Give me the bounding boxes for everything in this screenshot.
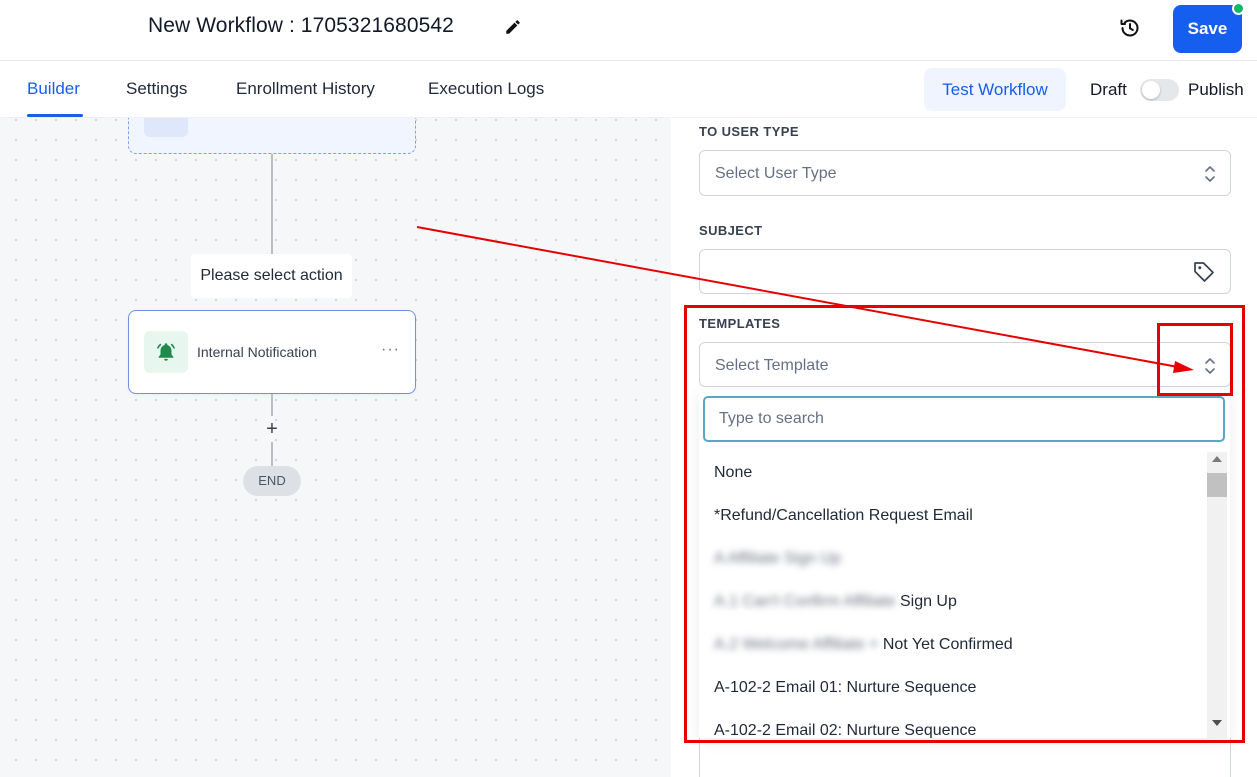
chevron-up-down-icon [1205, 166, 1215, 182]
action-placeholder-label[interactable]: Please select action [191, 254, 352, 298]
workflow-header: New Workflow : 1705321680542 Save [0, 0, 1257, 61]
subject-input[interactable] [699, 249, 1231, 294]
bell-icon-box [144, 331, 188, 373]
internal-notification-node[interactable]: Internal Notification ··· [128, 310, 416, 394]
connector-line [271, 394, 273, 416]
workflow-tabs: Builder Settings Enrollment History Exec… [0, 61, 1257, 118]
node-label: Internal Notification [197, 344, 317, 360]
tab-settings[interactable]: Settings [126, 79, 187, 99]
history-icon[interactable] [1118, 16, 1142, 40]
to-user-type-label: TO USER TYPE [699, 124, 799, 139]
tab-builder[interactable]: Builder [27, 79, 80, 99]
next-field-outline [699, 738, 1231, 777]
connector-line [271, 154, 273, 254]
tab-execution-logs[interactable]: Execution Logs [428, 79, 544, 99]
subject-label: SUBJECT [699, 223, 763, 238]
publish-label: Publish [1188, 80, 1244, 99]
status-dot [1232, 2, 1245, 15]
workflow-canvas[interactable]: Please select action Internal Notificati… [0, 118, 671, 777]
workflow-title: New Workflow : 1705321680542 [148, 14, 454, 37]
tag-icon[interactable] [1192, 260, 1216, 284]
save-button[interactable]: Save [1173, 5, 1242, 53]
trigger-node[interactable] [128, 118, 416, 154]
add-step-button[interactable]: + [262, 418, 282, 440]
tab-enrollment-history[interactable]: Enrollment History [236, 79, 375, 99]
toggle-knob [1142, 81, 1160, 99]
user-type-placeholder: Select User Type [715, 165, 837, 182]
end-node: END [243, 466, 301, 496]
trigger-icon [144, 118, 188, 137]
active-tab-indicator [27, 114, 83, 117]
bell-icon [157, 343, 175, 361]
test-workflow-button[interactable]: Test Workflow [924, 68, 1066, 111]
publish-toggle[interactable] [1140, 79, 1179, 101]
draft-label: Draft [1090, 80, 1127, 99]
annotation-highlight-box-small [1157, 323, 1233, 396]
user-type-select[interactable]: Select User Type [699, 150, 1231, 196]
node-menu-icon[interactable]: ··· [381, 341, 400, 359]
pencil-icon[interactable] [504, 18, 522, 36]
connector-line [271, 442, 273, 466]
